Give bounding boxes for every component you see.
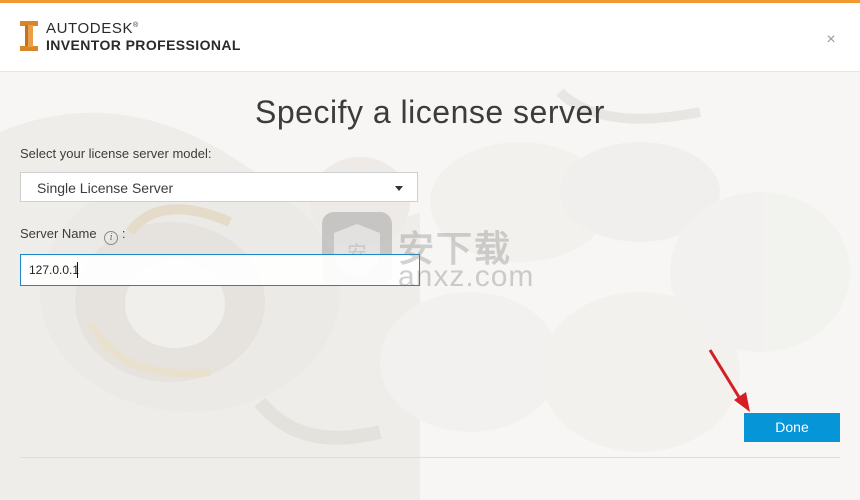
page-title: Specify a license server — [255, 94, 605, 130]
server-name-input[interactable] — [20, 254, 420, 286]
license-model-select[interactable]: Single License Server — [20, 172, 418, 202]
footer-divider — [20, 457, 840, 458]
selected-model-value: Single License Server — [37, 180, 174, 196]
server-name-label-colon: : — [121, 226, 126, 241]
info-icon[interactable]: i — [104, 231, 119, 245]
server-name-label: Server Name i : — [20, 226, 125, 245]
watermark-url: anxz.com — [398, 260, 535, 293]
inventor-logo-icon — [20, 21, 38, 51]
brand-name: AUTODESK® — [46, 20, 139, 37]
red-arrow-icon — [708, 349, 750, 412]
text-cursor — [77, 262, 78, 278]
dialog-header: AUTODESK® INVENTOR PROFESSIONAL × — [0, 3, 860, 72]
license-dialog: AUTODESK® INVENTOR PROFESSIONAL × 安 Spec… — [0, 0, 860, 500]
product-name: INVENTOR PROFESSIONAL — [46, 37, 241, 53]
server-name-label-text: Server Name — [20, 226, 97, 241]
chevron-down-icon — [395, 186, 403, 191]
done-button[interactable]: Done — [744, 413, 840, 442]
close-icon[interactable]: × — [824, 32, 838, 48]
model-label: Select your license server model: — [20, 146, 212, 161]
dialog-content: Specify a license server Select your lic… — [0, 72, 860, 500]
